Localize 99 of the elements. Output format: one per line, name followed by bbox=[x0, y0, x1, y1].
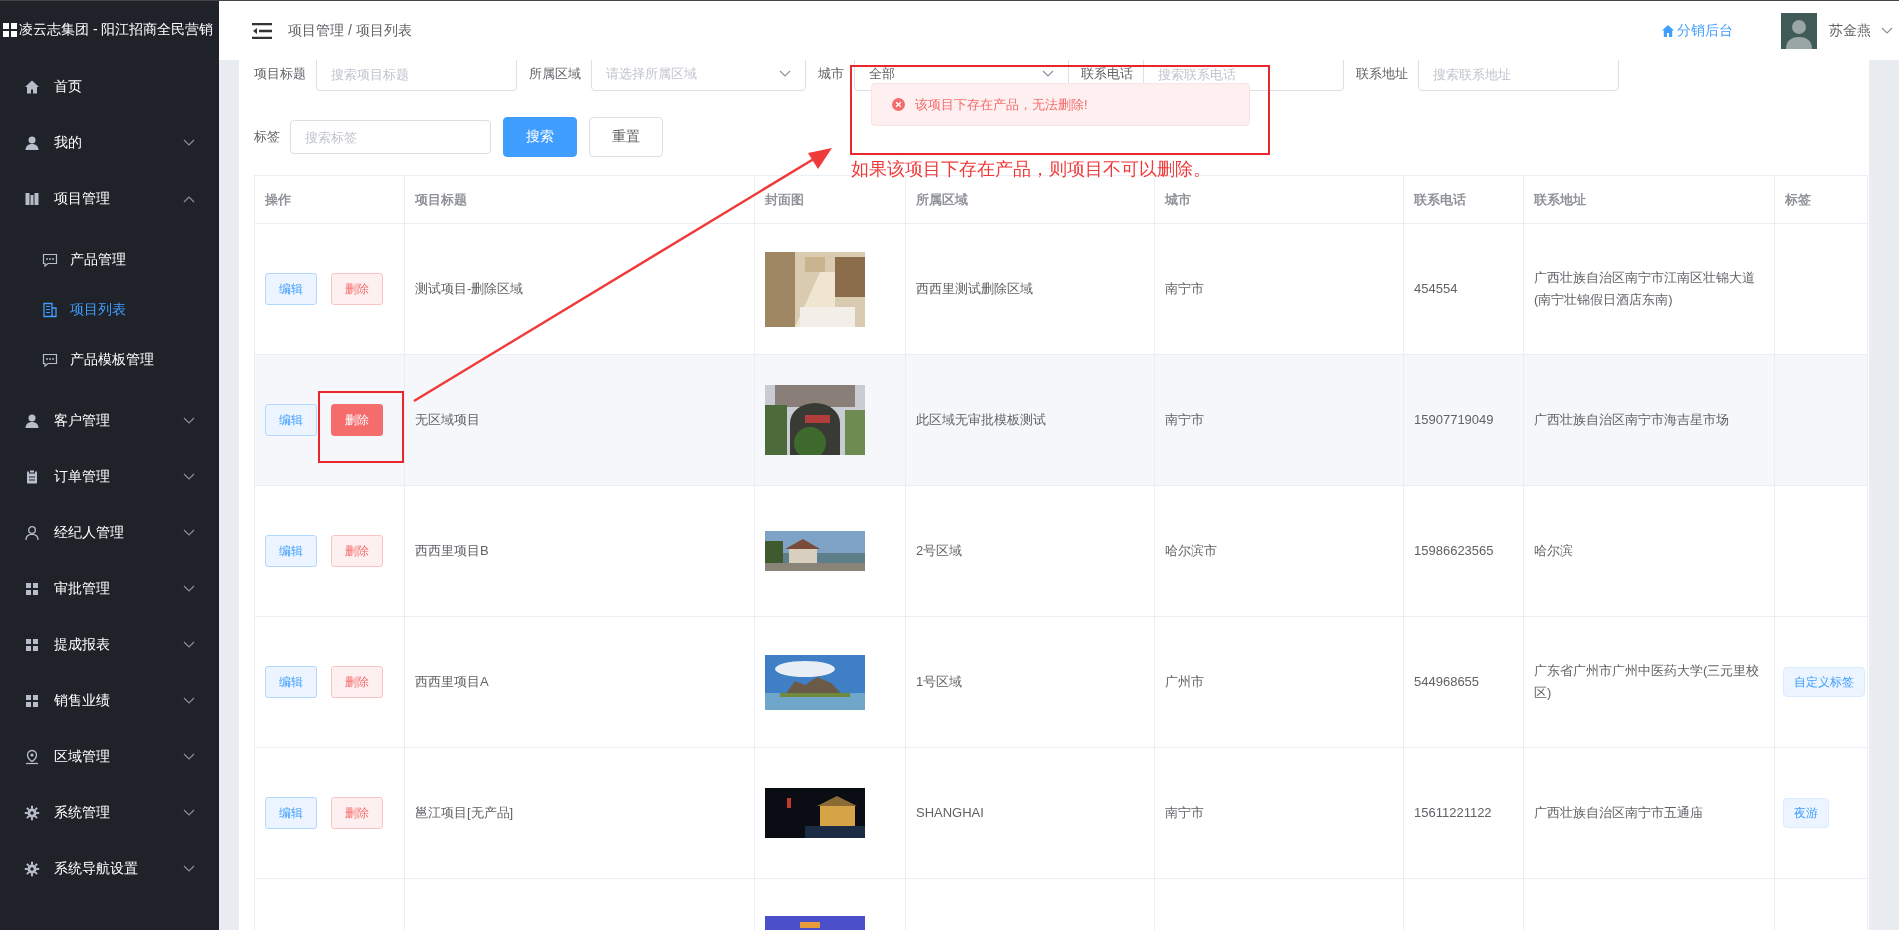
input-field[interactable]: 搜索联系地址 bbox=[1418, 60, 1619, 91]
table-cell-text: 544968655 bbox=[1414, 672, 1480, 691]
table-cell-text: 广东省广州市广州中医药大学(三元里校区) bbox=[1534, 661, 1761, 702]
grid-icon bbox=[24, 581, 40, 597]
submenu-item[interactable]: 产品模板管理 bbox=[0, 335, 219, 385]
table-cell-text: 南宁市 bbox=[1165, 803, 1204, 822]
table-cell-text: 西西里测试删除区域 bbox=[916, 279, 1033, 298]
avatar-icon[interactable] bbox=[1781, 12, 1817, 49]
toast-message: 该项目下存在产品，无法删除! bbox=[915, 95, 1088, 114]
person-icon bbox=[24, 525, 40, 541]
menu-item[interactable]: 系统导航设置 bbox=[0, 841, 219, 897]
table-cell-text: 测试项目-删除区域 bbox=[415, 279, 524, 298]
column-header: 所属区域 bbox=[916, 190, 968, 209]
table-cell-text: 2号区域 bbox=[916, 541, 963, 560]
column-header: 联系电话 bbox=[1414, 190, 1466, 209]
chat-icon bbox=[42, 352, 58, 368]
field-label: 所属区域 bbox=[529, 65, 581, 83]
table-cell-text: SHANGHAI bbox=[916, 803, 984, 822]
column-header: 项目标题 bbox=[415, 190, 467, 209]
tag: 自定义标签 bbox=[1783, 666, 1865, 698]
table-cell-text: 广西壮族自治区南宁市海吉星市场 bbox=[1534, 410, 1729, 429]
table-cell-text: 15986623565 bbox=[1414, 541, 1494, 560]
chevron-down-icon bbox=[183, 753, 195, 761]
chevron-down-icon bbox=[183, 473, 195, 481]
chat-icon bbox=[42, 252, 58, 268]
menu-item[interactable]: 提成报表 bbox=[0, 617, 219, 673]
menu-item[interactable]: 系统管理 bbox=[0, 785, 219, 841]
table-cell-text: 15611221122 bbox=[1414, 803, 1492, 822]
person-icon bbox=[24, 413, 40, 429]
menu-item[interactable]: 审批管理 bbox=[0, 561, 219, 617]
input-field[interactable]: 搜索项目标题 bbox=[316, 60, 517, 91]
error-icon bbox=[892, 98, 905, 111]
field-label: 联系地址 bbox=[1356, 65, 1408, 83]
reset-button[interactable]: 重置 bbox=[589, 117, 663, 157]
table-cell-text: 南宁市 bbox=[1165, 410, 1204, 429]
table-cell-text: 15907719049 bbox=[1414, 410, 1494, 429]
table-cell-text: 哈尔滨 bbox=[1534, 541, 1573, 560]
table-cell-text: 哈尔滨市 bbox=[1165, 541, 1217, 560]
gear-icon bbox=[24, 805, 40, 821]
tag: 夜游 bbox=[1783, 797, 1829, 829]
user-name[interactable]: 苏金燕 bbox=[1829, 21, 1871, 40]
field-label: 标签 bbox=[254, 128, 280, 146]
annotation-note: 如果该项目下存在产品，则项目不可以删除。 bbox=[851, 158, 1211, 181]
breadcrumb: 项目管理 / 项目列表 bbox=[288, 21, 412, 40]
submenu-item[interactable]: 产品管理 bbox=[0, 235, 219, 285]
chevron-down-icon bbox=[1042, 70, 1054, 78]
table-cell-text: 1号区域 bbox=[916, 672, 963, 691]
field-label: 城市 bbox=[818, 65, 844, 83]
table-cell-text: 454554 bbox=[1414, 279, 1458, 298]
table-cell-text: 邕江项目[无产品] bbox=[415, 803, 514, 822]
menu-item[interactable]: 订单管理 bbox=[0, 449, 219, 505]
field-label: 联系电话 bbox=[1081, 65, 1133, 83]
gear-icon bbox=[24, 861, 40, 877]
chevron-down-icon bbox=[183, 139, 195, 147]
menu-item[interactable]: 项目管理 bbox=[0, 171, 219, 227]
table-cell-text: 西西里项目B bbox=[415, 541, 489, 560]
table-cell-text: 此区域无审批模板测试 bbox=[916, 410, 1046, 429]
grid-logo-icon bbox=[3, 23, 17, 37]
submenu-item[interactable]: 项目列表 bbox=[0, 285, 219, 335]
input-field[interactable]: 搜索标签 bbox=[290, 120, 491, 154]
chevron-down-icon bbox=[1881, 26, 1893, 35]
chevron-down-icon bbox=[183, 529, 195, 537]
chevron-down-icon bbox=[779, 70, 791, 78]
table-cell-text: 广西壮族自治区南宁市江南区壮锦大道(南宁壮锦假日酒店东南) bbox=[1534, 268, 1756, 309]
chevron-up-icon bbox=[183, 195, 195, 203]
person-icon bbox=[24, 135, 40, 151]
home-icon bbox=[24, 79, 40, 95]
menu-item[interactable]: 首页 bbox=[0, 59, 219, 115]
chevron-down-icon bbox=[183, 417, 195, 425]
column-header: 城市 bbox=[1165, 190, 1191, 209]
chevron-down-icon bbox=[183, 865, 195, 873]
grid-icon bbox=[24, 637, 40, 653]
chevron-down-icon bbox=[183, 585, 195, 593]
chevron-down-icon bbox=[183, 809, 195, 817]
menu-item[interactable]: 区域管理 bbox=[0, 729, 219, 785]
app-title: 凌云志集团 - 阳江招商全民营销 bbox=[19, 21, 214, 39]
menu-item[interactable]: 客户管理 bbox=[0, 393, 219, 449]
grid-icon bbox=[24, 693, 40, 709]
table-cell-text: 南宁市 bbox=[1165, 279, 1204, 298]
column-header: 联系地址 bbox=[1534, 190, 1586, 209]
menu-item[interactable]: 我的 bbox=[0, 115, 219, 171]
column-header: 标签 bbox=[1785, 190, 1811, 209]
location-pin-icon bbox=[24, 749, 40, 765]
table-cell-text: 无区域项目 bbox=[415, 410, 480, 429]
field-label: 项目标题 bbox=[254, 65, 306, 83]
table-cell-text: 西西里项目A bbox=[415, 672, 489, 691]
chevron-down-icon bbox=[183, 641, 195, 649]
document-icon bbox=[42, 302, 58, 318]
home-icon bbox=[1661, 23, 1675, 38]
menu-icon[interactable] bbox=[252, 22, 272, 39]
menu-item[interactable]: 经纪人管理 bbox=[0, 505, 219, 561]
table-cell-text: 广西壮族自治区南宁市五通庙 bbox=[1534, 803, 1703, 822]
chevron-down-icon bbox=[183, 697, 195, 705]
column-header: 操作 bbox=[265, 190, 291, 209]
clipboard-icon bbox=[24, 469, 40, 485]
column-header: 封面图 bbox=[765, 190, 804, 209]
building-icon bbox=[24, 191, 40, 207]
menu-item[interactable]: 销售业绩 bbox=[0, 673, 219, 729]
table-cell-text: 广州市 bbox=[1165, 672, 1204, 691]
